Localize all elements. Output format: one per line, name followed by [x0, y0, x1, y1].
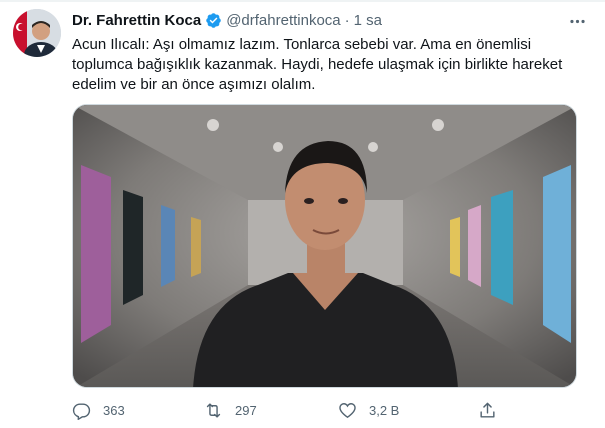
separator-dot: · [344, 11, 350, 29]
avatar[interactable] [13, 9, 61, 57]
share-button[interactable] [478, 398, 497, 422]
retweet-count: 297 [235, 402, 257, 418]
tweet-timestamp[interactable]: 1 sa [354, 12, 382, 29]
heart-icon [339, 402, 356, 418]
divider [0, 0, 605, 2]
retweet-icon [206, 402, 221, 418]
author-name[interactable]: Dr. Fahrettin Koca [72, 12, 201, 29]
reply-icon [72, 402, 91, 420]
video-frame-image [73, 105, 576, 387]
verified-badge-icon [205, 12, 222, 29]
reply-button[interactable]: 363 [72, 398, 125, 422]
reply-count: 363 [103, 402, 125, 418]
like-button[interactable]: 3,2 B [338, 398, 399, 422]
share-icon [480, 402, 495, 418]
author-handle[interactable]: @drfahrettinkoca [226, 12, 340, 29]
like-count: 3,2 B [369, 402, 400, 418]
tweet-card[interactable]: Dr. Fahrettin Koca @drfahrettinkoca · 1 … [0, 0, 605, 428]
tweet-actions: 363 297 3,2 B [72, 398, 532, 422]
tweet-header: Dr. Fahrettin Koca @drfahrettinkoca · 1 … [72, 10, 382, 30]
tweet-text: Acun Ilıcalı: Aşı olmamız lazım. Tonlarc… [72, 36, 563, 93]
tweet-video[interactable] [72, 104, 577, 388]
more-horizontal-icon[interactable] [565, 9, 589, 33]
retweet-button[interactable]: 297 [204, 398, 257, 422]
